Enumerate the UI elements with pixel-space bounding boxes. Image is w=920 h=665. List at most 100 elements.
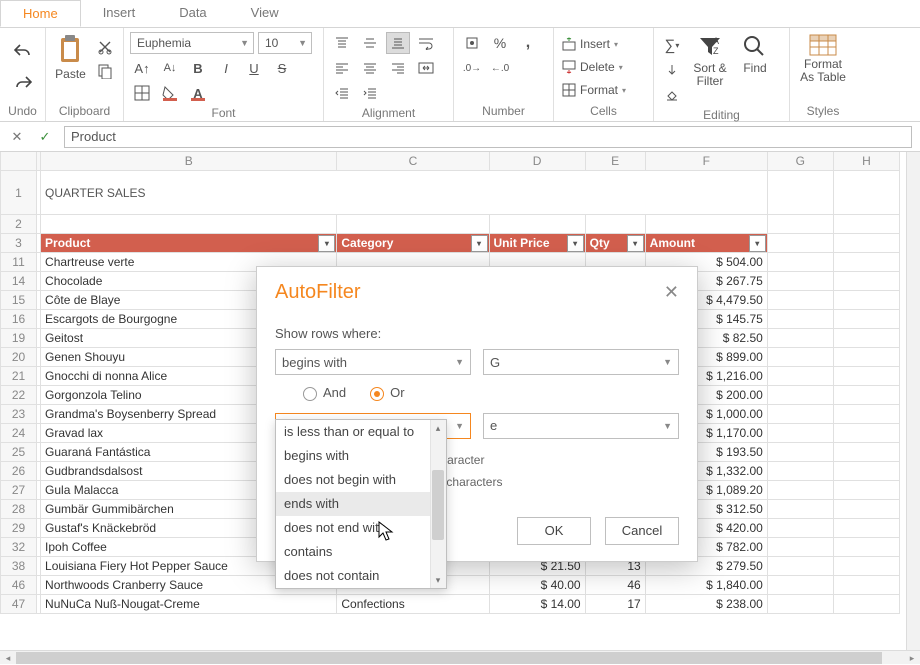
dropdown-item[interactable]: does not contain — [276, 564, 446, 588]
row-header[interactable]: 38 — [1, 557, 37, 576]
cell[interactable] — [767, 519, 833, 538]
operator1-combo[interactable]: begins with▼ — [275, 349, 471, 375]
font-color-button[interactable]: A — [186, 82, 210, 104]
find-button[interactable]: Find — [736, 32, 774, 75]
row-header[interactable]: 23 — [1, 405, 37, 424]
filter-qty[interactable]: ▾ — [627, 235, 644, 252]
cell[interactable] — [767, 557, 833, 576]
row-header[interactable]: 32 — [1, 538, 37, 557]
cell[interactable] — [833, 576, 899, 595]
col-header-F[interactable]: F — [645, 152, 767, 171]
autosum-button[interactable]: ∑▾ — [660, 34, 684, 56]
filter-unit_price[interactable]: ▾ — [567, 235, 584, 252]
cell[interactable] — [833, 424, 899, 443]
cells-delete-button[interactable]: Delete▾ — [560, 57, 625, 77]
and-radio[interactable]: And — [303, 385, 346, 401]
cell[interactable] — [767, 367, 833, 386]
dropdown-item[interactable]: begins with — [276, 444, 446, 468]
cell[interactable] — [833, 348, 899, 367]
cells-insert-button[interactable]: Insert▾ — [560, 34, 620, 54]
col-header-H[interactable]: H — [833, 152, 899, 171]
borders-button[interactable] — [130, 82, 154, 104]
shrink-font-button[interactable]: A↓ — [158, 57, 182, 79]
cell[interactable] — [767, 253, 833, 272]
cell[interactable] — [833, 386, 899, 405]
row-header[interactable]: 47 — [1, 595, 37, 614]
row-header[interactable]: 21 — [1, 367, 37, 386]
dropdown-item[interactable]: contains — [276, 540, 446, 564]
cell[interactable] — [767, 424, 833, 443]
filter-category[interactable]: ▾ — [471, 235, 488, 252]
vertical-scrollbar[interactable] — [906, 152, 920, 650]
cell[interactable] — [767, 481, 833, 500]
copy-button[interactable] — [93, 60, 117, 82]
cell[interactable] — [767, 595, 833, 614]
cell[interactable] — [767, 462, 833, 481]
cell[interactable] — [833, 291, 899, 310]
font-size-combo[interactable]: 10▼ — [258, 32, 312, 54]
cell[interactable] — [585, 215, 645, 234]
cells-format-button[interactable]: Format▾ — [560, 80, 628, 100]
bold-button[interactable]: B — [186, 57, 210, 79]
cell[interactable] — [833, 462, 899, 481]
format-as-table-button[interactable]: Format As Table — [796, 32, 850, 84]
cell[interactable] — [833, 519, 899, 538]
row-header[interactable]: 27 — [1, 481, 37, 500]
sort-filter-button[interactable]: AZ Sort & Filter — [688, 32, 732, 88]
col-header-E[interactable]: E — [585, 152, 645, 171]
cancel-button[interactable]: Cancel — [605, 517, 679, 545]
align-top-button[interactable] — [330, 32, 354, 54]
redo-button[interactable] — [11, 72, 35, 94]
cell[interactable] — [833, 500, 899, 519]
cell[interactable]: Amount▾ — [645, 234, 767, 253]
formula-input[interactable] — [64, 126, 912, 148]
select-all[interactable] — [1, 152, 37, 171]
cell[interactable] — [833, 329, 899, 348]
cell[interactable] — [767, 386, 833, 405]
align-right-button[interactable] — [386, 57, 410, 79]
tab-home[interactable]: Home — [0, 0, 81, 27]
cell[interactable] — [833, 171, 899, 215]
comma-button[interactable]: , — [516, 32, 540, 54]
row-header[interactable]: 16 — [1, 310, 37, 329]
dropdown-item[interactable]: does not end with — [276, 516, 446, 540]
cell[interactable] — [767, 538, 833, 557]
merge-button[interactable] — [414, 57, 438, 79]
cell[interactable] — [337, 215, 489, 234]
tab-insert[interactable]: Insert — [81, 0, 158, 27]
tab-view[interactable]: View — [229, 0, 301, 27]
dropdown-item[interactable]: ends with — [276, 492, 446, 516]
font-family-combo[interactable]: Euphemia▼ — [130, 32, 254, 54]
row-header[interactable]: 15 — [1, 291, 37, 310]
cell[interactable] — [767, 291, 833, 310]
row-header[interactable]: 3 — [1, 234, 37, 253]
hscroll-thumb[interactable] — [16, 652, 882, 664]
cell[interactable] — [833, 310, 899, 329]
cell[interactable] — [767, 234, 833, 253]
cell[interactable]: 46 — [585, 576, 645, 595]
cell[interactable]: Qty▾ — [585, 234, 645, 253]
fill-color-button[interactable] — [158, 82, 182, 104]
filter-product[interactable]: ▾ — [318, 235, 335, 252]
col-header-G[interactable]: G — [767, 152, 833, 171]
row-header[interactable]: 25 — [1, 443, 37, 462]
value2-combo[interactable]: e▼ — [483, 413, 679, 439]
accounting-button[interactable] — [460, 32, 484, 54]
cell[interactable] — [767, 215, 833, 234]
underline-button[interactable]: U — [242, 57, 266, 79]
cell[interactable] — [767, 443, 833, 462]
cell[interactable]: $ 40.00 — [489, 576, 585, 595]
cell[interactable] — [833, 253, 899, 272]
cell[interactable] — [767, 272, 833, 291]
row-header[interactable]: 28 — [1, 500, 37, 519]
tab-data[interactable]: Data — [157, 0, 228, 27]
cell[interactable] — [833, 595, 899, 614]
grow-font-button[interactable]: A↑ — [130, 57, 154, 79]
ok-button[interactable]: OK — [517, 517, 591, 545]
cell[interactable]: $ 14.00 — [489, 595, 585, 614]
cell[interactable]: 17 — [585, 595, 645, 614]
cell[interactable] — [489, 215, 585, 234]
col-header-B[interactable]: B — [41, 152, 337, 171]
cell[interactable]: Category▾ — [337, 234, 489, 253]
row-header[interactable]: 19 — [1, 329, 37, 348]
